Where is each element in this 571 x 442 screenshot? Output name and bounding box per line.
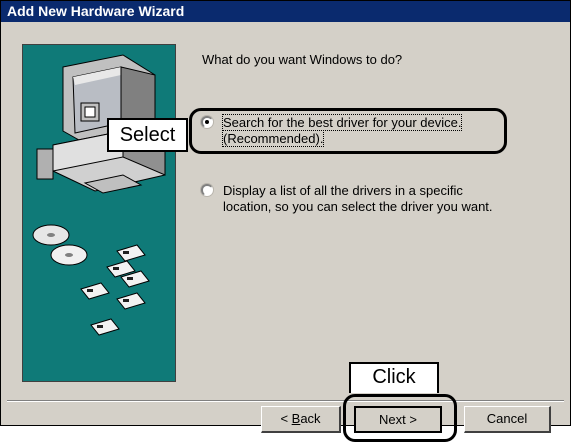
button-separator: [7, 400, 564, 402]
option-2-line-1: Display a list of all the drivers in a s…: [223, 183, 463, 198]
radio-search-best-driver[interactable]: [201, 116, 213, 128]
back-button[interactable]: < Back: [261, 406, 341, 433]
computer-icon: [32, 54, 166, 336]
wizard-question: What do you want Windows to do?: [202, 52, 403, 67]
next-button[interactable]: Next >: [354, 406, 442, 433]
wizard-body: What do you want Windows to do? Search f…: [1, 22, 570, 442]
select-callout: Select: [107, 118, 188, 152]
option-1-line-1: Search for the best driver for your devi…: [221, 114, 463, 131]
next-button-label: Next >: [379, 412, 417, 427]
click-callout: Click: [349, 362, 439, 393]
cd-disc-icon: [32, 224, 88, 266]
cancel-button[interactable]: Cancel: [464, 406, 551, 433]
option-2-line-2: location, so you can select the driver y…: [223, 199, 493, 214]
title-bar[interactable]: Add New Hardware Wizard: [1, 1, 570, 22]
option-1-line-2: (Recommended).: [221, 130, 325, 147]
cancel-button-label: Cancel: [486, 411, 528, 426]
back-button-prefix: <: [280, 411, 292, 426]
radio-display-driver-list[interactable]: [201, 184, 213, 196]
wizard-window: Add New Hardware Wizard What do you want…: [0, 0, 571, 442]
radio-selected-dot: [205, 120, 209, 124]
back-button-rest: ack: [300, 411, 321, 426]
wizard-artwork: [22, 44, 176, 382]
option-search-best-driver-label[interactable]: Search for the best driver for your devi…: [221, 114, 543, 147]
window-title: Add New Hardware Wizard: [7, 3, 185, 19]
option-display-driver-list-label[interactable]: Display a list of all the drivers in a s…: [223, 183, 543, 215]
